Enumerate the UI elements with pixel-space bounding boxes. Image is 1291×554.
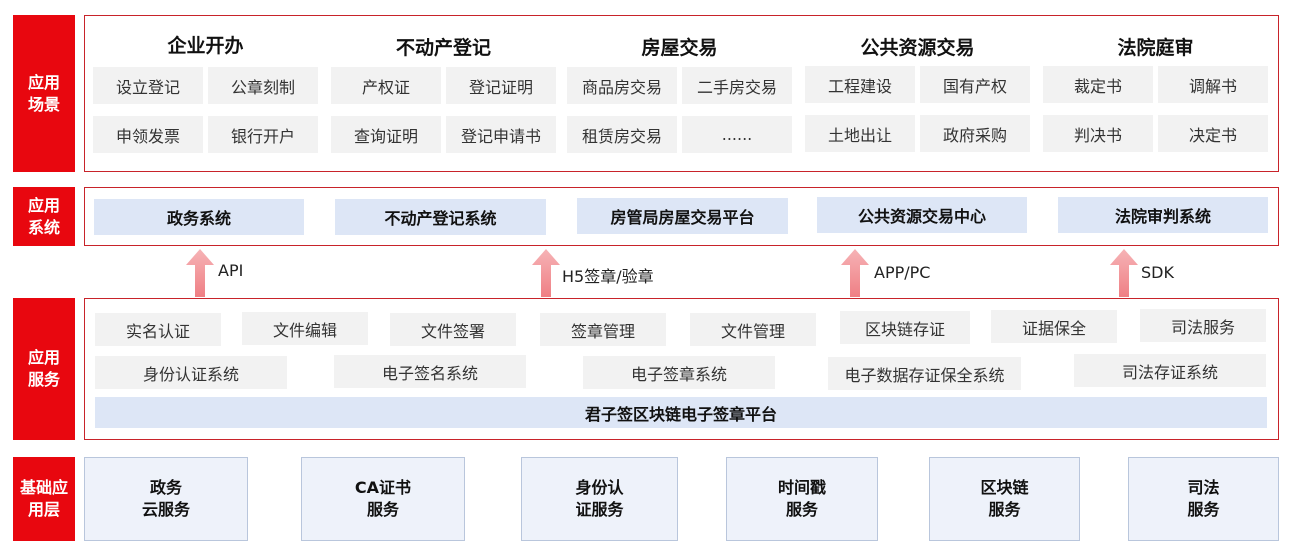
scenario-item: 国有产权 bbox=[920, 66, 1030, 103]
scenario-group-title: 不动产登记 bbox=[395, 37, 491, 59]
layer-label-scenarios: 应用 场景 bbox=[13, 15, 75, 172]
service-item: 文件签署 bbox=[390, 313, 516, 346]
up-arrow-icon bbox=[186, 249, 214, 297]
interface-label: APP/PC bbox=[874, 263, 931, 282]
service-item: 实名认证 bbox=[95, 313, 221, 346]
scenario-item: 政府采购 bbox=[920, 115, 1030, 152]
service-item: 证据保全 bbox=[991, 310, 1117, 343]
system-box: 不动产登记系统 bbox=[335, 199, 546, 235]
service-item: 文件管理 bbox=[690, 313, 816, 346]
scenario-item: 租赁房交易 bbox=[567, 116, 677, 153]
scenario-item: 查询证明 bbox=[331, 116, 441, 153]
scenario-item: 土地出让 bbox=[805, 115, 915, 152]
service-item: 区块链存证 bbox=[840, 311, 970, 344]
scenario-item: 判决书 bbox=[1043, 115, 1153, 152]
scenario-item: ...... bbox=[682, 116, 792, 153]
foundation-item: 时间戳 服务 bbox=[726, 457, 878, 541]
system-box: 法院审判系统 bbox=[1058, 197, 1268, 233]
service-system: 身份认证系统 bbox=[95, 356, 287, 389]
scenario-group-title: 法院庭审 bbox=[1117, 37, 1194, 59]
service-system: 司法存证系统 bbox=[1074, 354, 1266, 387]
scenario-item: 公章刻制 bbox=[208, 67, 318, 104]
foundation-item: 司法 服务 bbox=[1128, 457, 1279, 541]
layer-label-services: 应用 服务 bbox=[13, 298, 75, 440]
scenario-item: 产权证 bbox=[331, 67, 441, 104]
scenario-item: 银行开户 bbox=[208, 116, 318, 153]
scenario-group-title: 房屋交易 bbox=[641, 37, 718, 59]
scenario-item: 登记申请书 bbox=[446, 116, 556, 153]
service-system: 电子签名系统 bbox=[334, 355, 526, 388]
scenario-item: 二手房交易 bbox=[682, 67, 792, 104]
system-box: 公共资源交易中心 bbox=[817, 197, 1027, 233]
system-box: 房管局房屋交易平台 bbox=[577, 198, 788, 234]
scenario-group-title: 企业开办 bbox=[167, 35, 244, 57]
foundation-item: 身份认 证服务 bbox=[521, 457, 678, 541]
scenario-item: 商品房交易 bbox=[567, 67, 677, 104]
up-arrow-icon bbox=[1110, 249, 1138, 297]
foundation-item: 政务 云服务 bbox=[84, 457, 248, 541]
service-item: 司法服务 bbox=[1140, 309, 1266, 342]
up-arrow-icon bbox=[841, 249, 869, 297]
interface-label: H5签章/验章 bbox=[562, 267, 654, 286]
scenario-item: 工程建设 bbox=[805, 66, 915, 103]
scenario-item: 登记证明 bbox=[446, 67, 556, 104]
scenario-group-title: 公共资源交易 bbox=[860, 37, 975, 59]
scenario-item: 裁定书 bbox=[1043, 66, 1153, 103]
platform-bar: 君子签区块链电子签章平台 bbox=[95, 397, 1267, 428]
service-system: 电子数据存证保全系统 bbox=[828, 357, 1021, 390]
system-box: 政务系统 bbox=[94, 199, 304, 235]
scenario-item: 申领发票 bbox=[93, 116, 203, 153]
interface-label: API bbox=[218, 261, 244, 280]
scenario-item: 决定书 bbox=[1158, 115, 1268, 152]
service-item: 签章管理 bbox=[540, 313, 666, 346]
scenario-item: 调解书 bbox=[1158, 66, 1268, 103]
foundation-item: CA证书 服务 bbox=[301, 457, 465, 541]
service-system: 电子签章系统 bbox=[583, 356, 775, 389]
up-arrow-icon bbox=[532, 249, 560, 297]
foundation-item: 区块链 服务 bbox=[929, 457, 1080, 541]
layer-label-systems: 应用 系统 bbox=[13, 187, 75, 246]
interface-label: SDK bbox=[1141, 263, 1174, 282]
service-item: 文件编辑 bbox=[242, 312, 368, 345]
scenario-item: 设立登记 bbox=[93, 67, 203, 104]
layer-label-foundation: 基础应 用层 bbox=[13, 457, 75, 541]
